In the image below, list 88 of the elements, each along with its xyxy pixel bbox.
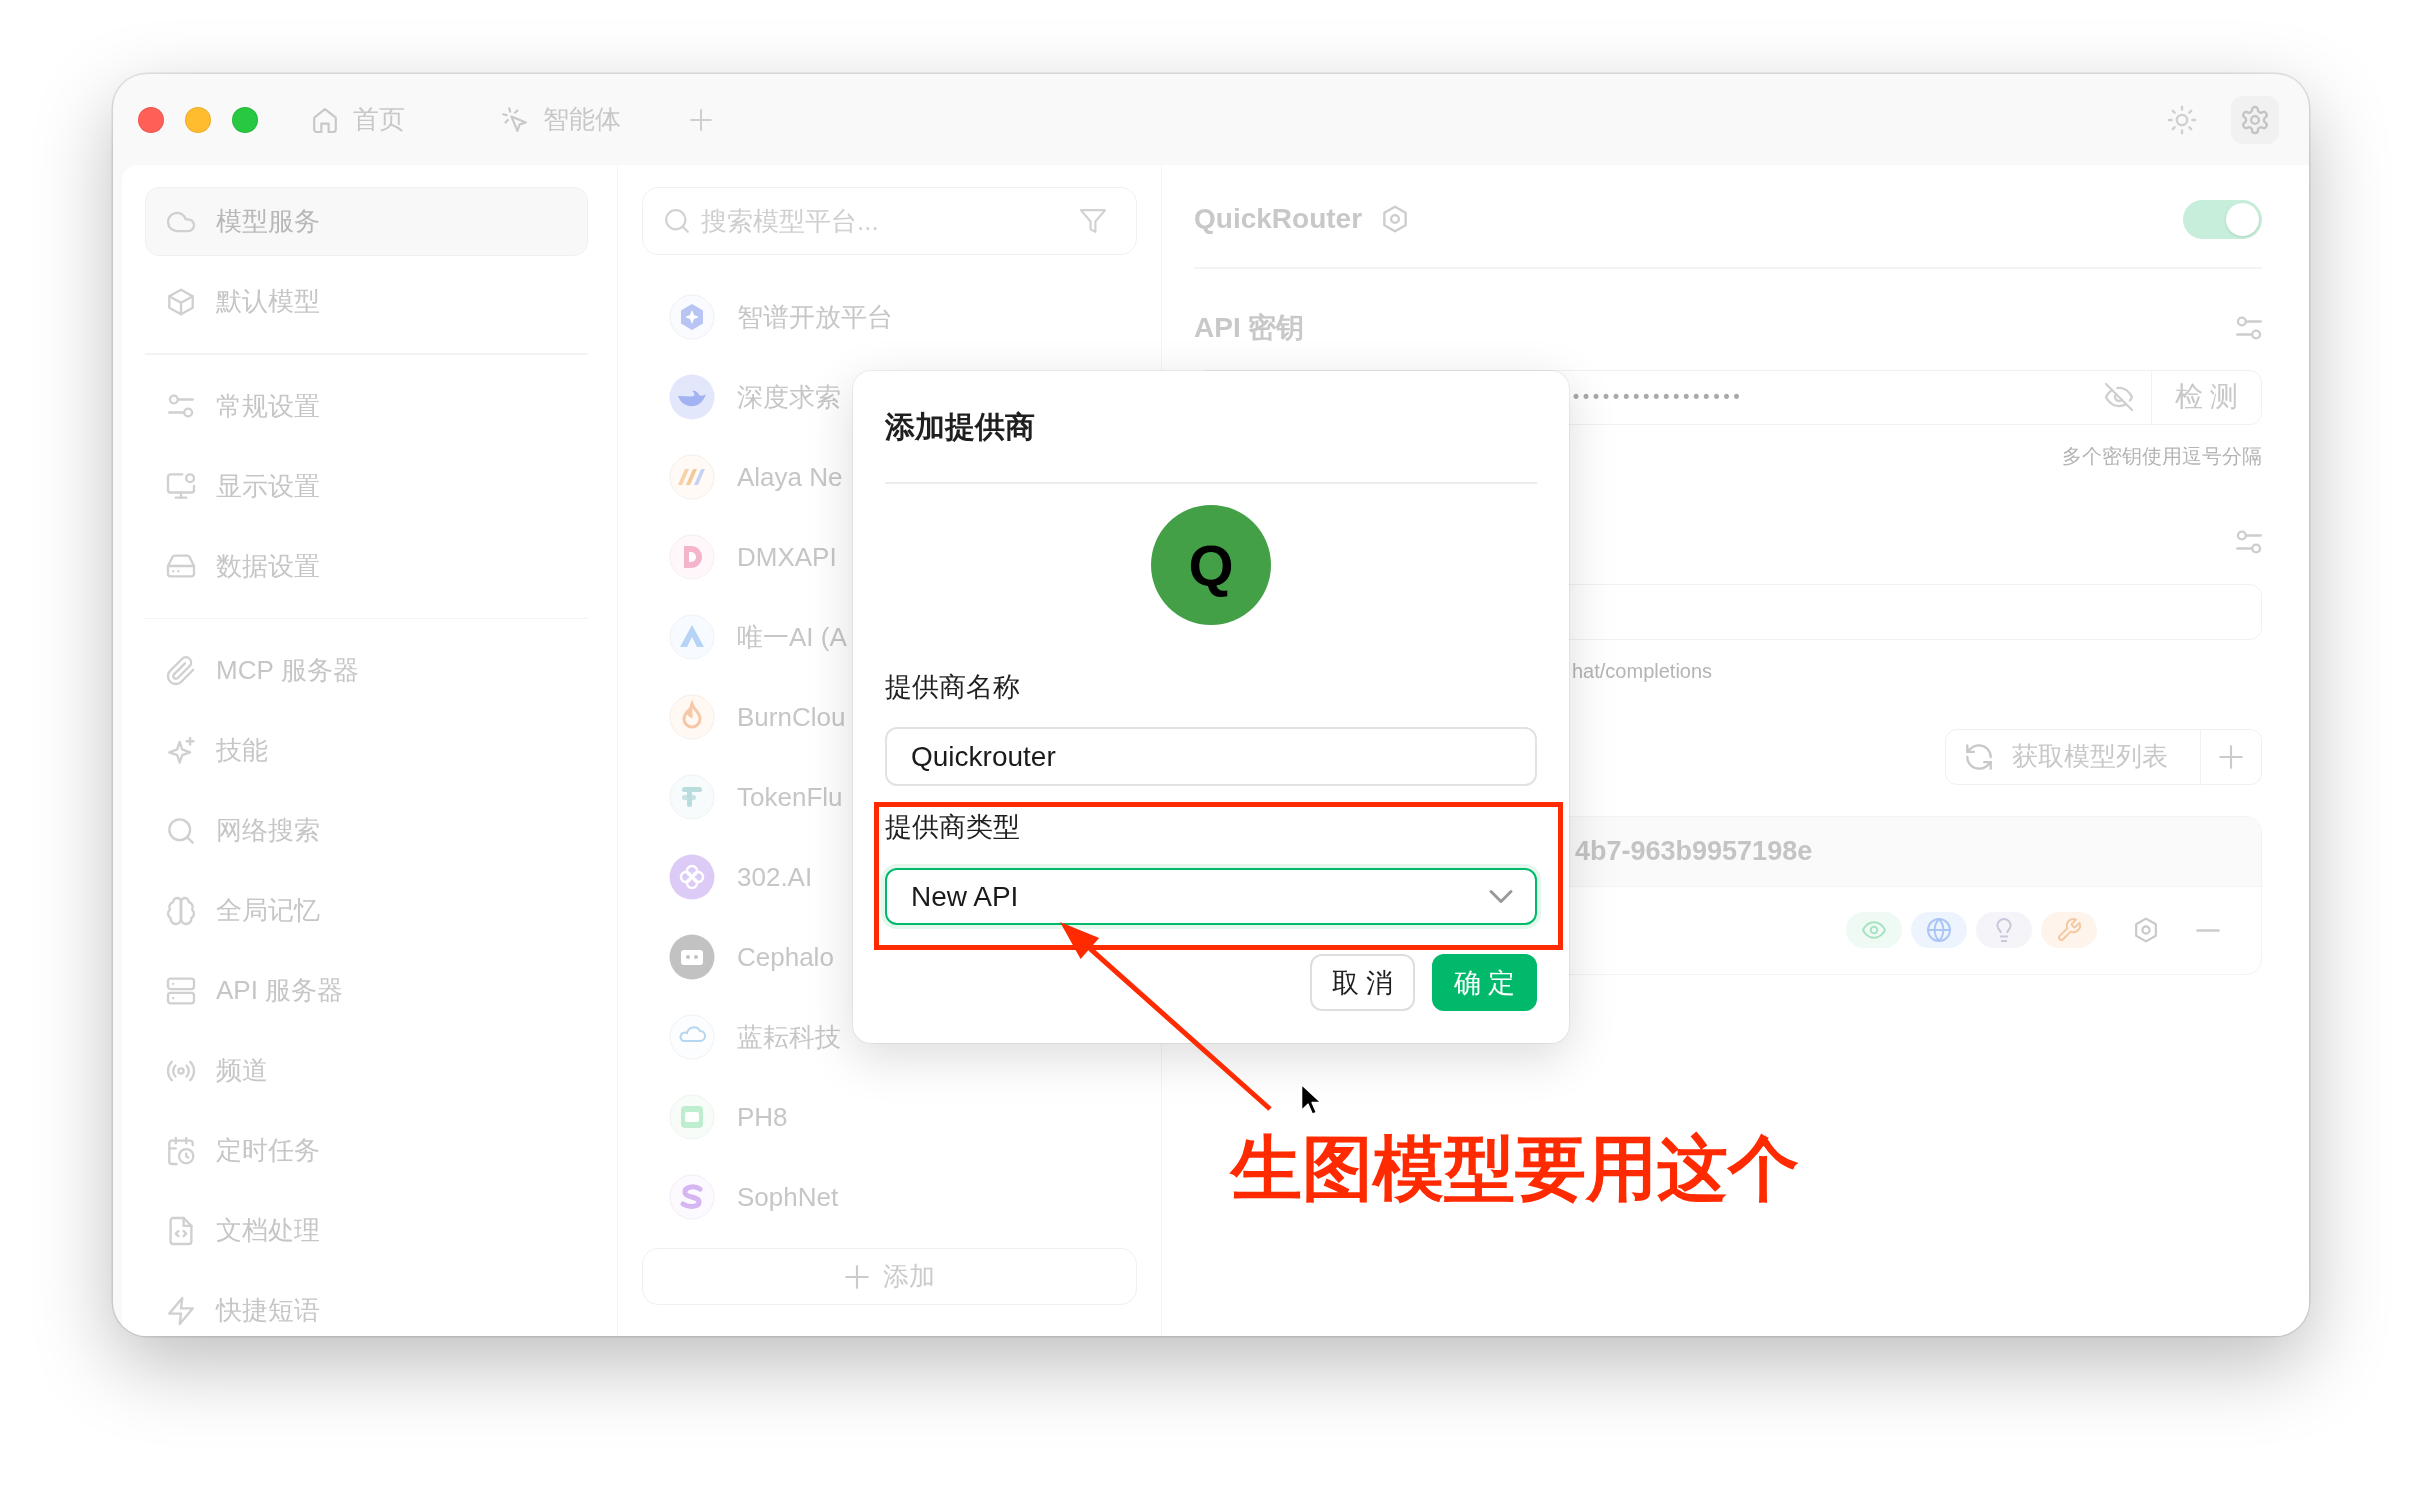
chip-logo-icon: [669, 1094, 715, 1140]
provider-item[interactable]: 302.AI: [642, 837, 815, 917]
sliders-icon[interactable]: [2236, 314, 2262, 341]
provider-item[interactable]: 智谱开放平台: [642, 277, 1137, 357]
provider-item[interactable]: 深度求索: [642, 357, 843, 437]
bars-logo-icon: [669, 774, 715, 820]
provider-item[interactable]: PH8: [642, 1077, 790, 1157]
eye-icon: [1846, 912, 1902, 948]
minimize-button[interactable]: [185, 106, 211, 133]
globe-icon: [1911, 912, 1967, 948]
sidebar-item[interactable]: 数据设置: [145, 531, 588, 601]
sliders-icon: [168, 393, 194, 419]
mouse-cursor-icon: [1300, 1083, 1322, 1116]
sidebar-item[interactable]: 模型服务: [145, 187, 588, 256]
plus-icon: [844, 1264, 869, 1289]
provider-item[interactable]: Cephalo: [642, 917, 836, 997]
plus-icon[interactable]: [690, 108, 712, 131]
provider-item[interactable]: TokenFlu: [642, 757, 845, 837]
sidebar-item[interactable]: 网络搜索: [145, 796, 588, 865]
toggle-switch[interactable]: [2183, 199, 2262, 239]
calendar-clock-icon: [168, 1137, 194, 1164]
eye-off-icon[interactable]: [2106, 384, 2132, 410]
dialog-title: 添加提供商: [885, 409, 1035, 445]
add-model-button[interactable]: [2201, 728, 2262, 785]
hint-text: hat/completions: [1572, 658, 1713, 684]
sliders-icon[interactable]: [2236, 528, 2262, 555]
sidebar-item[interactable]: 快捷短语: [145, 1276, 588, 1336]
lightning-icon: [168, 1297, 194, 1324]
brain-icon: [168, 897, 194, 924]
masked-key: •••••••••••••••••: [1571, 387, 1742, 407]
semicircle-logo-icon: [669, 534, 715, 580]
settings-icon[interactable]: [2231, 95, 2279, 144]
sidebar-item[interactable]: 显示设置: [145, 451, 588, 521]
provider-item[interactable]: Alaya Ne: [642, 437, 845, 517]
provider-avatar: Q: [1151, 505, 1271, 625]
wrench-icon: [2041, 912, 2097, 948]
search-icon: [168, 817, 194, 844]
search-icon: [665, 209, 689, 233]
cloud-logo-icon: [669, 1014, 715, 1060]
sidebar-item[interactable]: 默认模型: [145, 267, 588, 336]
close-button[interactable]: [138, 106, 164, 133]
cursor-click-icon: [503, 107, 527, 132]
provider-item[interactable]: 唯一AI (A: [642, 597, 849, 677]
sidebar-item[interactable]: 频道: [145, 1036, 588, 1105]
home-icon: [313, 107, 337, 132]
provider-item[interactable]: DMXAPI: [642, 517, 839, 597]
minus-icon[interactable]: [2197, 928, 2219, 932]
swirl-logo-icon: [669, 1174, 715, 1220]
hint-text: 多个密钥使用逗号分隔: [2062, 443, 2262, 469]
triangle-logo-icon: [669, 614, 715, 660]
provider-item[interactable]: SophNet: [642, 1157, 841, 1237]
hard-drive-icon: [168, 553, 194, 579]
provider-item[interactable]: BurnClou: [642, 677, 848, 757]
settings-icon[interactable]: [2134, 918, 2158, 942]
refresh-icon: [1966, 743, 1992, 770]
chevron-down-icon: [1491, 891, 1511, 902]
plus-icon: [2219, 744, 2243, 769]
text-input[interactable]: Quickrouter: [885, 727, 1537, 786]
field-label: 提供商名称: [885, 671, 1020, 704]
hexagon-logo-icon: [669, 294, 715, 340]
cancel-button[interactable]: 取 消: [1310, 954, 1415, 1011]
paperclip-icon: [168, 657, 194, 684]
sidebar-item[interactable]: 常规设置: [145, 371, 588, 441]
wave-logo-icon: [669, 374, 715, 420]
confirm-button[interactable]: 确 定: [1432, 954, 1537, 1011]
zoom-button[interactable]: [232, 106, 258, 133]
filter-icon[interactable]: [1081, 209, 1105, 233]
sidebar-item[interactable]: 全局记忆: [145, 876, 588, 945]
robot-logo-icon: [669, 934, 715, 980]
sparkle-icon: [168, 737, 194, 764]
flame-logo-icon: [669, 694, 715, 740]
lightbulb-icon: [1976, 912, 2032, 948]
cube-icon: [168, 288, 194, 315]
monitor-icon: [168, 473, 194, 499]
file-code-icon: [168, 1217, 194, 1244]
annotation-text: 生图模型要用这个: [1231, 1133, 1799, 1204]
provider-item[interactable]: 蓝耘科技: [642, 997, 843, 1077]
settings-icon[interactable]: [1382, 206, 1409, 232]
server-icon: [168, 977, 194, 1004]
sun-icon[interactable]: [2169, 106, 2195, 133]
stripes-logo-icon: [669, 454, 715, 500]
sidebar-item[interactable]: 定时任务: [145, 1116, 588, 1185]
sidebar-item[interactable]: 文档处理: [145, 1196, 588, 1265]
sidebar-item[interactable]: 技能: [145, 716, 588, 785]
field-label: 提供商类型: [885, 811, 1020, 844]
flower-logo-icon: [669, 854, 715, 900]
sidebar-item[interactable]: API 服务器: [145, 956, 588, 1025]
sidebar-item[interactable]: MCP 服务器: [145, 636, 588, 705]
